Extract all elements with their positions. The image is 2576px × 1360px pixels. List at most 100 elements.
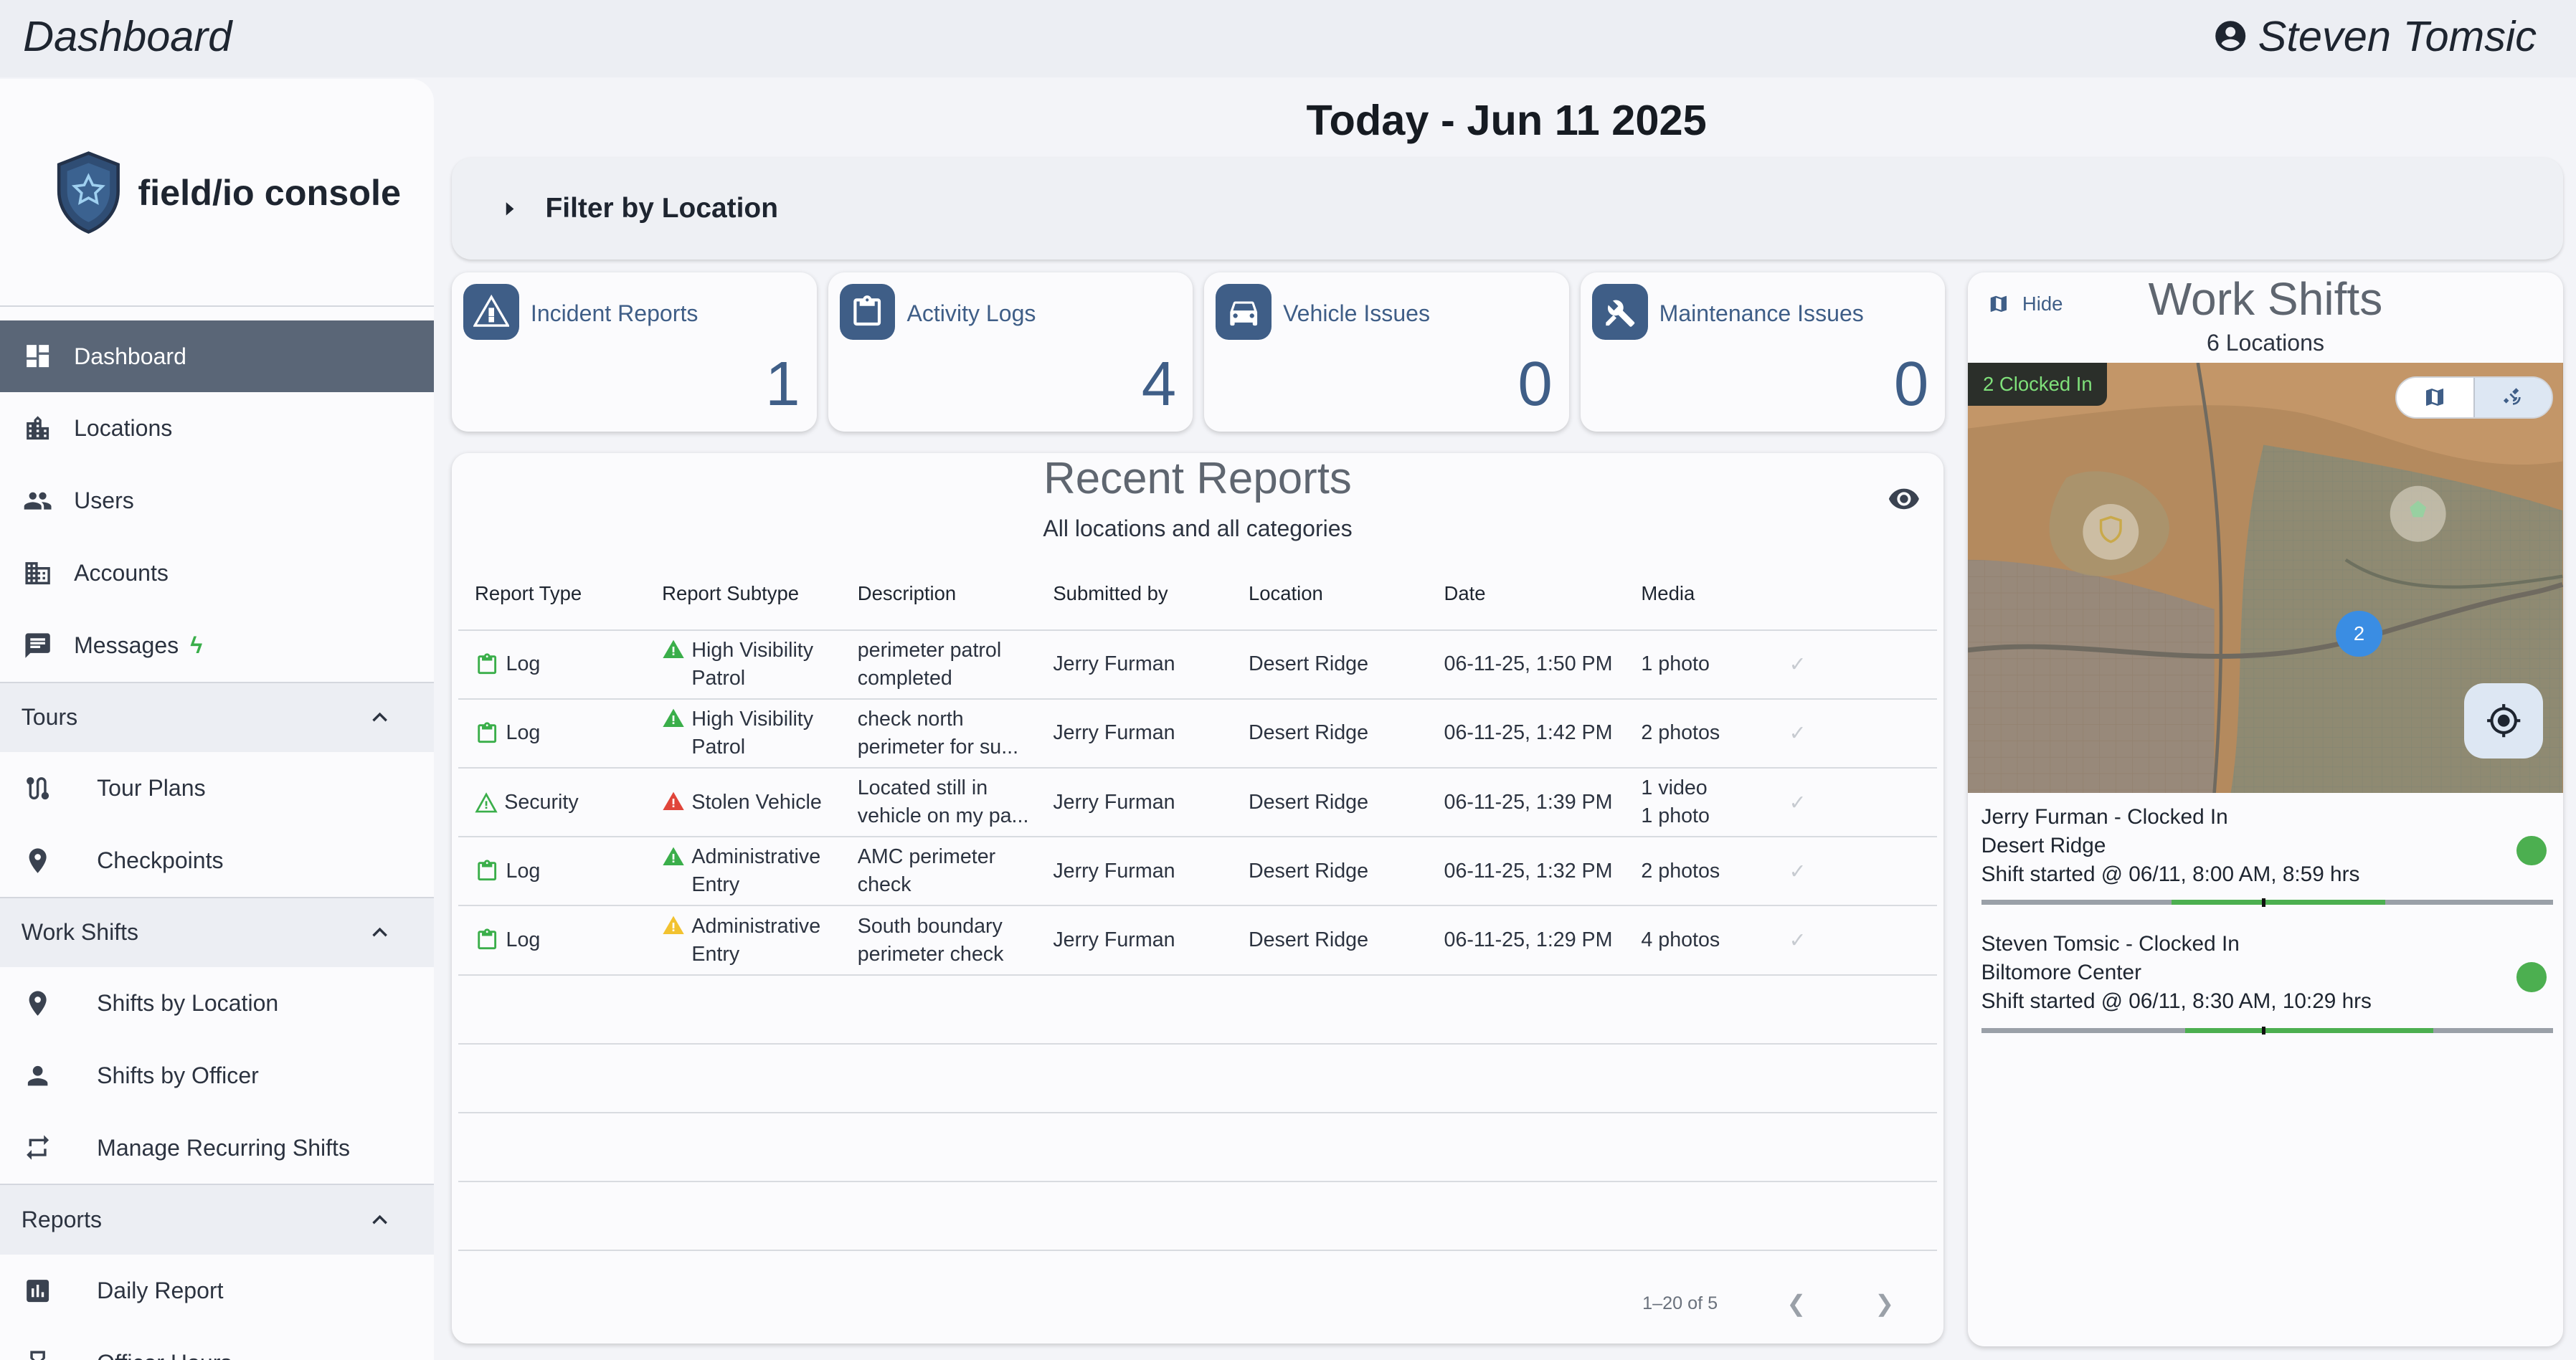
column-header[interactable]: Report Type [458,582,662,605]
sidebar-item-dashboard[interactable]: Dashboard [0,320,434,393]
report-type: Log [506,859,541,883]
car-icon [1216,284,1272,341]
clipboard-icon [839,284,896,341]
report-subtype-line: Administrative [691,845,821,869]
section-label: Work Shifts [21,919,139,946]
table-row[interactable]: Log Administrative Entry AMC perimeter check… [458,837,1937,907]
check-icon[interactable]: ✓ [1789,790,1888,815]
media-cell: 2 photos [1641,719,1789,747]
shift-progress-bar [1981,1026,2553,1035]
card-vehicle-issues[interactable]: Vehicle Issues 0 [1204,272,1569,432]
map-view-button[interactable] [2397,378,2473,418]
sidebar-item-daily-report[interactable]: Daily Report [0,1255,434,1327]
section-reports[interactable]: Reports [0,1184,434,1255]
location-cell: Desert Ridge [1248,652,1368,676]
card-maintenance-issues[interactable]: Maintenance Issues 0 [1580,272,1946,432]
sidebar-item-locations[interactable]: Locations [0,392,434,465]
table-row[interactable]: Log High Visibility Patrol check north perim… [458,700,1937,769]
description-line: South boundary [857,914,1003,938]
sidebar-item-messages[interactable]: Messages ϟ [0,609,434,682]
tools-icon [1591,284,1648,341]
warning-icon [663,708,684,728]
sidebar-item-label: Shifts by Location [97,990,279,1017]
report-subtype-line: Patrol [691,735,746,759]
column-header[interactable]: Media [1641,580,1789,608]
column-header[interactable]: Date [1444,582,1642,605]
sidebar-item-officer-hours[interactable]: Officer Hours [0,1327,434,1360]
location-pin-icon [29,991,47,1016]
sidebar-item-tour-plans[interactable]: Tour Plans [0,752,434,824]
shift-entry[interactable]: Steven Tomsic - Clocked In Biltomore Cen… [1981,930,2553,1016]
report-subtype-cell: High Visibility Patrol [662,705,858,761]
sidebar-item-checkpoints[interactable]: Checkpoints [0,824,434,897]
my-location-button[interactable] [2464,683,2544,759]
location-cell: Desert Ridge [1248,928,1368,952]
check-icon[interactable]: ✓ [1789,652,1888,677]
column-header[interactable]: Report Subtype [662,580,858,608]
hide-label: Hide [2022,292,2063,315]
hourglass-icon [30,1350,45,1360]
shift-progress-bar [1981,898,2553,907]
sidebar: field/io console Dashboard Locations Use… [0,78,434,1360]
card-value: 4 [1141,348,1177,419]
map-cluster-marker[interactable]: 2 [2336,611,2382,657]
section-tours[interactable]: Tours [0,681,434,753]
sidebar-item-label: Officer Hours [97,1350,232,1360]
column-header[interactable]: Description [858,580,1053,608]
domain-icon [25,561,50,584]
warning-icon [663,791,684,811]
table-pagination: 1–20 of 5 ❮ ❯ [1642,1290,1894,1317]
map-type-toggle[interactable] [2395,376,2553,419]
caret-right-icon [506,201,514,216]
filter-by-location-accordion[interactable]: Filter by Location [451,157,2563,260]
sidebar-item-accounts[interactable]: Accounts [0,537,434,609]
hide-map-button[interactable]: Hide [1988,293,2063,315]
location-cell: Desert Ridge [1248,859,1368,883]
section-work-shifts[interactable]: Work Shifts [0,896,434,968]
shifts-map[interactable]: 2 Clocked In 2 [1968,363,2563,794]
chevron-up-icon [371,712,387,722]
report-subtype-line: Entry [691,873,740,897]
table-row[interactable]: Security Stolen Vehicle Located still in ve… [458,769,1937,838]
table-row[interactable]: Log Administrative Entry South boundary peri… [458,906,1937,976]
sidebar-item-label: Messages [74,632,179,658]
check-icon[interactable]: ✓ [1789,928,1888,953]
card-incident-reports[interactable]: Incident Reports 1 [451,272,817,432]
clipboard-icon [478,652,497,674]
sidebar-item-shifts-by-officer[interactable]: Shifts by Officer [0,1040,434,1112]
visibility-toggle[interactable] [1888,482,1921,522]
description-line: Located still in [857,776,988,800]
brand-name: field/io console [138,171,402,213]
card-value: 0 [1517,348,1553,419]
report-type-cell: Log [458,928,662,952]
warning-icon [463,284,519,341]
satellite-view-button[interactable] [2473,377,2552,418]
table-row[interactable]: Log High Visibility Patrol perimeter patrol… [458,631,1937,700]
brand[interactable]: field/io console [0,79,434,308]
column-header[interactable]: Location [1249,582,1444,605]
column-header[interactable]: Submitted by [1053,582,1249,605]
report-type-cell: Log [458,859,662,883]
next-page-button[interactable]: ❯ [1875,1290,1894,1317]
submitted-by-cell: Jerry Furman [1053,721,1175,745]
report-subtype-cell: Stolen Vehicle [662,789,858,817]
location-pin-icon [29,848,47,873]
date-cell: 06-11-25, 1:39 PM [1444,790,1613,814]
check-icon[interactable]: ✓ [1789,859,1888,884]
card-activity-logs[interactable]: Activity Logs 4 [828,272,1193,432]
report-type: Security [504,790,579,814]
prev-page-button[interactable]: ❮ [1786,1290,1806,1317]
chevron-up-icon [371,928,387,937]
sidebar-item-shifts-by-location[interactable]: Shifts by Location [0,967,434,1040]
sidebar-item-label: Manage Recurring Shifts [97,1134,351,1161]
user-menu[interactable]: Steven Tomsic [2212,11,2537,61]
eye-icon [1889,489,1920,510]
report-type: Log [506,721,541,745]
shift-entry[interactable]: Jerry Furman - Clocked In Desert Ridge S… [1981,803,2553,889]
check-icon[interactable]: ✓ [1789,721,1888,746]
card-value: 1 [765,348,800,419]
sidebar-item-users[interactable]: Users [0,465,434,537]
sidebar-item-manage-recurring-shifts[interactable]: Manage Recurring Shifts [0,1112,434,1184]
report-type-cell: Log [458,721,662,746]
report-subtype-line: Entry [691,942,740,966]
